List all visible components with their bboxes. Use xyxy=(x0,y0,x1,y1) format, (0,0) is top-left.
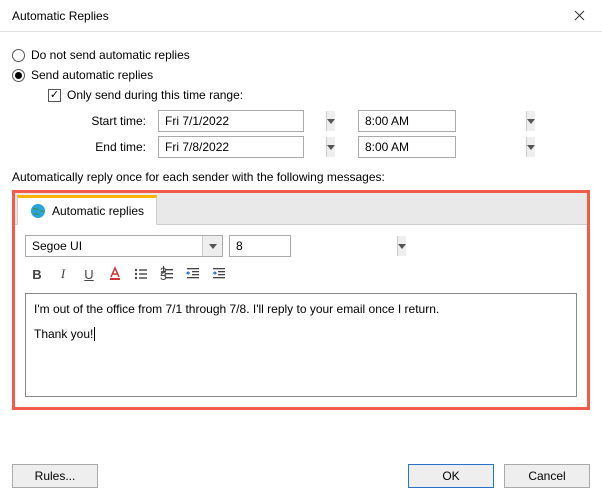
size-input[interactable] xyxy=(230,236,397,256)
font-input[interactable] xyxy=(26,236,202,256)
editor-panel: B I U 123 I'm out xyxy=(15,225,587,407)
checkbox-icon xyxy=(48,89,61,102)
outdent-button[interactable] xyxy=(181,263,205,285)
chevron-down-icon[interactable] xyxy=(326,137,335,157)
bullets-button[interactable] xyxy=(129,263,153,285)
close-button[interactable] xyxy=(562,2,596,30)
editor-highlight: Automatic replies B I U xyxy=(12,190,590,410)
size-combo[interactable] xyxy=(229,235,291,257)
start-time-combo[interactable] xyxy=(358,110,456,132)
button-label: OK xyxy=(442,469,459,483)
bold-button[interactable]: B xyxy=(25,263,49,285)
radio-send[interactable]: Send automatic replies xyxy=(12,68,590,82)
start-time-input[interactable] xyxy=(359,111,526,131)
ok-button[interactable]: OK xyxy=(408,464,494,488)
chevron-down-icon[interactable] xyxy=(526,111,535,131)
text-cursor xyxy=(94,327,95,341)
close-icon xyxy=(574,10,585,21)
title-bar: Automatic Replies xyxy=(0,0,602,32)
end-time-label: End time: xyxy=(76,140,146,154)
svg-text:3: 3 xyxy=(160,269,167,282)
message-line: I'm out of the office from 7/1 through 7… xyxy=(34,300,568,319)
font-color-button[interactable] xyxy=(103,263,127,285)
chevron-down-icon[interactable] xyxy=(397,236,406,256)
button-label: Cancel xyxy=(528,469,565,483)
end-time-combo[interactable] xyxy=(358,136,456,158)
checkbox-label: Only send during this time range: xyxy=(67,88,243,102)
start-time-row: Start time: xyxy=(76,110,590,132)
format-row xyxy=(25,235,577,257)
font-combo[interactable] xyxy=(25,235,223,257)
button-label: Rules... xyxy=(35,469,76,483)
chevron-down-icon[interactable] xyxy=(326,111,335,131)
start-date-input[interactable] xyxy=(159,111,326,131)
time-range-grid: Start time: End time: xyxy=(76,110,590,158)
chevron-down-icon[interactable] xyxy=(202,236,222,256)
window-title: Automatic Replies xyxy=(12,9,109,23)
radio-dont-send[interactable]: Do not send automatic replies xyxy=(12,48,590,62)
message-textarea[interactable]: I'm out of the office from 7/1 through 7… xyxy=(25,293,577,397)
end-date-combo[interactable] xyxy=(158,136,304,158)
instruction-text: Automatically reply once for each sender… xyxy=(12,170,590,184)
message-line: Thank you! xyxy=(34,327,93,341)
end-date-input[interactable] xyxy=(159,137,326,157)
italic-button[interactable]: I xyxy=(51,263,75,285)
cancel-button[interactable]: Cancel xyxy=(504,464,590,488)
tab-label: Automatic replies xyxy=(52,204,144,218)
end-time-row: End time: xyxy=(76,136,590,158)
dialog-content: Do not send automatic replies Send autom… xyxy=(0,32,602,410)
radio-icon xyxy=(12,49,25,62)
radio-label: Send automatic replies xyxy=(31,68,153,82)
numbering-button[interactable]: 123 xyxy=(155,263,179,285)
numbering-icon: 123 xyxy=(159,266,175,282)
indent-icon xyxy=(211,266,227,282)
editor-tabstrip: Automatic replies xyxy=(15,193,587,225)
globe-icon xyxy=(30,203,46,219)
outdent-icon xyxy=(185,266,201,282)
font-color-icon xyxy=(107,266,123,282)
chevron-down-icon[interactable] xyxy=(526,137,535,157)
button-bar: Rules... OK Cancel xyxy=(12,464,590,488)
end-time-input[interactable] xyxy=(359,137,526,157)
format-toolbar: B I U 123 xyxy=(25,263,577,285)
start-date-combo[interactable] xyxy=(158,110,304,132)
tab-automatic-replies[interactable]: Automatic replies xyxy=(17,195,157,225)
rules-button[interactable]: Rules... xyxy=(12,464,98,488)
bullets-icon xyxy=(133,266,149,282)
radio-label: Do not send automatic replies xyxy=(31,48,190,62)
indent-button[interactable] xyxy=(207,263,231,285)
checkbox-only-range[interactable]: Only send during this time range: xyxy=(48,88,590,102)
start-time-label: Start time: xyxy=(76,114,146,128)
radio-icon xyxy=(12,69,25,82)
underline-button[interactable]: U xyxy=(77,263,101,285)
